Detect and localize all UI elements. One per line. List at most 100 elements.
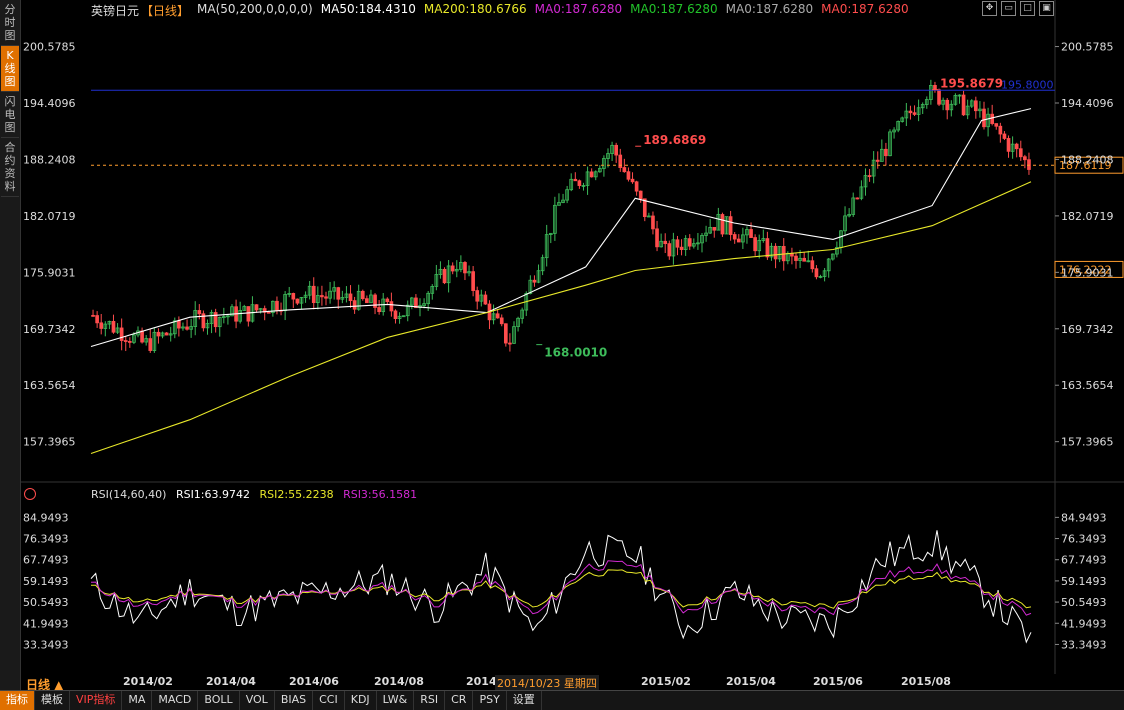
rsi3-value: RSI3:56.1581 xyxy=(343,488,418,501)
candle-body xyxy=(352,300,357,310)
ma0-value-d: MA0:187.6280 xyxy=(821,2,909,16)
candle-body xyxy=(855,197,860,200)
rsi-tick-label: 67.7493 xyxy=(1061,554,1107,567)
candle-body xyxy=(810,260,815,270)
candle-body xyxy=(463,262,467,274)
candle-body xyxy=(712,227,717,231)
low-annotation: 168.0010 xyxy=(544,346,607,360)
price-tick-label-left: 175.9031 xyxy=(23,266,76,279)
candle-body xyxy=(675,239,680,248)
price-tick-label: 169.7342 xyxy=(1061,323,1114,336)
candle-body xyxy=(385,298,390,303)
rsi-tick-label: 50.5493 xyxy=(1061,596,1107,609)
candle-body xyxy=(185,326,189,330)
toolbar-tab-5[interactable]: BOLL xyxy=(198,691,240,710)
toolbar-tab-7[interactable]: BIAS xyxy=(275,691,314,710)
candle-body xyxy=(577,180,582,186)
candle-body xyxy=(912,112,917,115)
price-tick-label-left: 182.0719 xyxy=(23,210,76,223)
candle-body xyxy=(389,301,394,312)
period-tag: 【日线】 xyxy=(141,4,190,18)
chart-area[interactable]: 195.8000 187.6119 176.2222 189.6869 168.0010… xyxy=(21,0,1124,690)
toolbar-tab-3[interactable]: MA xyxy=(122,691,153,710)
candle-body xyxy=(254,304,259,311)
toolbar-tab-9[interactable]: KDJ xyxy=(345,691,377,710)
candle-body xyxy=(450,265,455,272)
price-tick-label-left: 200.5785 xyxy=(23,41,76,54)
candle-body xyxy=(589,171,594,178)
ma50-value: MA50:184.4310 xyxy=(320,2,416,16)
ma-params[interactable]: MA(50,200,0,0,0,0) xyxy=(197,2,313,18)
candle-body xyxy=(908,110,913,114)
annotations: 195.8000187.6119176.2222189.6869168.0010… xyxy=(91,77,1124,360)
toolbar-tab-8[interactable]: CCI xyxy=(313,691,345,710)
toolbar-tab-1[interactable]: 模板 xyxy=(35,691,70,710)
maximize-icon[interactable]: □ xyxy=(1020,1,1035,16)
toolbar-tab-14[interactable]: 设置 xyxy=(507,691,542,710)
candle-body xyxy=(324,296,328,299)
price-tick-label-left: 157.3965 xyxy=(23,436,76,449)
candle-body xyxy=(275,300,279,311)
ma0-value-a: MA0:187.6280 xyxy=(534,2,623,16)
toolbar-tab-13[interactable]: PSY xyxy=(473,691,507,710)
toolbar-tab-12[interactable]: CR xyxy=(445,691,474,710)
price-tick-label-left: 194.4096 xyxy=(23,97,76,110)
toolbar-tab-4[interactable]: MACD xyxy=(152,691,199,710)
candle-body xyxy=(990,113,995,124)
candle-body xyxy=(148,338,153,351)
rsi-tick-label: 59.1493 xyxy=(1061,575,1107,588)
candle-body xyxy=(164,332,169,336)
ma-lines xyxy=(90,108,1032,455)
candle-body xyxy=(95,315,99,324)
toolbar-tab-0[interactable]: 指标 xyxy=(0,691,35,710)
high-annotation-2: 195.8679 xyxy=(940,77,1003,91)
tab-flash-chart[interactable]: 闪电图 xyxy=(1,92,19,138)
candle-body xyxy=(91,314,95,317)
rsi3-line xyxy=(90,560,1032,616)
toolbar-tab-10[interactable]: LW& xyxy=(377,691,415,710)
candle-body xyxy=(197,310,202,315)
tab-contract-info[interactable]: 合约资料 xyxy=(1,138,19,197)
close-icon[interactable]: ▣ xyxy=(1039,1,1054,16)
candle-body xyxy=(503,323,508,344)
rsi-tick-label-left: 59.1493 xyxy=(23,575,69,588)
rsi-tick-label-left: 84.9493 xyxy=(23,511,69,524)
rsi-params[interactable]: RSI(14,60,40) xyxy=(91,488,166,501)
rsi-tick-label-left: 67.7493 xyxy=(23,554,69,567)
candle-body xyxy=(573,178,578,182)
candle-body xyxy=(1018,148,1023,158)
rsi-tick-label: 41.9493 xyxy=(1061,617,1107,630)
candle-body xyxy=(773,245,778,260)
candle-body xyxy=(495,313,500,319)
candle-body xyxy=(320,295,324,298)
candle-body xyxy=(246,306,251,322)
rsi-settings-icon[interactable] xyxy=(24,488,36,500)
candle-body xyxy=(753,237,757,252)
candle-body xyxy=(393,310,398,320)
candle-body xyxy=(651,215,655,230)
left-sidebar: 分时图 K线图 闪电图 合约资料 xyxy=(0,0,21,690)
candle-body xyxy=(982,108,986,128)
restore-icon[interactable]: ▭ xyxy=(1001,1,1016,16)
tab-kline[interactable]: K线图 xyxy=(1,46,19,92)
candle-body xyxy=(663,240,668,245)
candle-body xyxy=(638,190,643,200)
candle-body xyxy=(765,238,770,258)
chart-canvas[interactable]: 195.8000187.6119176.2222189.6869168.0010… xyxy=(21,0,1124,674)
price-tick-label-left: 163.5654 xyxy=(23,379,76,392)
toolbar-tab-11[interactable]: RSI xyxy=(414,691,446,710)
tab-timeshare[interactable]: 分时图 xyxy=(1,0,19,46)
candle-body xyxy=(667,243,672,257)
candle-body xyxy=(961,94,966,116)
price-tick-label: 163.5654 xyxy=(1061,379,1114,392)
candle-body xyxy=(687,238,692,247)
move-icon[interactable]: ✥ xyxy=(982,1,997,16)
x-tick-label: 2015/06 xyxy=(813,675,863,688)
toolbar-tab-2[interactable]: VIP指标 xyxy=(70,691,123,710)
candle-body xyxy=(499,317,504,325)
price-tick-label: 200.5785 xyxy=(1061,41,1114,54)
candles xyxy=(91,79,1031,353)
price-tick-label: 188.2408 xyxy=(1061,153,1114,166)
toolbar-tab-6[interactable]: VOL xyxy=(240,691,275,710)
ma0-value-c: MA0:187.6280 xyxy=(725,2,814,16)
